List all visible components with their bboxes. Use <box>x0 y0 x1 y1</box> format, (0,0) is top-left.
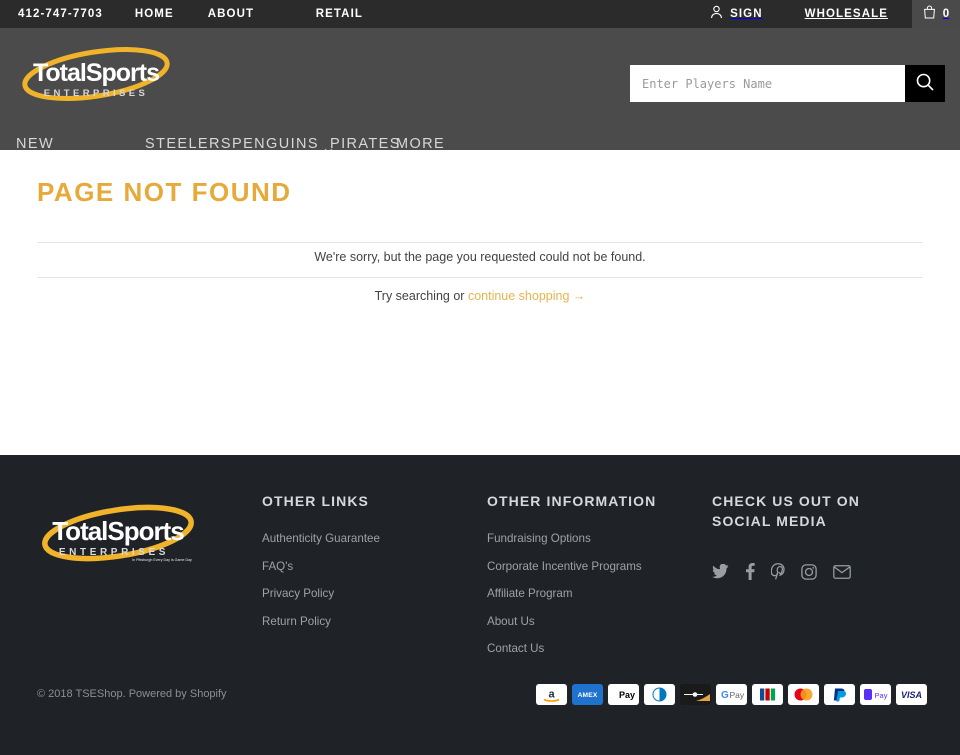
sign-in-label: SIGN <box>730 8 763 20</box>
try-searching-text: Try searching or <box>374 289 468 303</box>
footer-column-social: CHECK US OUT ON SOCIAL MEDIA <box>712 491 912 585</box>
header-search <box>630 65 945 102</box>
site-footer: TotalSports ENTERPRISES In Pittsburgh Ev… <box>0 455 960 755</box>
footer-heading-social: CHECK US OUT ON SOCIAL MEDIA <box>712 493 860 529</box>
twitter-icon[interactable] <box>712 563 729 584</box>
payment-icon-visa: VISA <box>896 684 927 705</box>
facebook-icon[interactable] <box>745 563 755 585</box>
cart-count: 0 <box>942 8 950 20</box>
footer-column-other-information: OTHER INFORMATION Fundraising Options Co… <box>487 491 697 670</box>
payment-icon-amex: AMEX <box>572 684 603 705</box>
footer-link-fundraising-options[interactable]: Fundraising Options <box>487 532 697 545</box>
search-input[interactable] <box>630 65 905 102</box>
svg-text:ENTERPRISES: ENTERPRISES <box>44 88 148 99</box>
site-logo[interactable]: TotalSports ENTERPRISES <box>16 36 176 108</box>
svg-text:VISA: VISA <box>901 690 922 700</box>
payment-icon-jcb <box>752 684 783 705</box>
shopping-bag-icon <box>923 5 936 24</box>
payment-methods: a AMEX Pay G Pay Pay VISA <box>536 684 927 705</box>
svg-text:ENTERPRISES: ENTERPRISES <box>59 547 169 558</box>
svg-text:G: G <box>721 690 729 701</box>
svg-text:Pay: Pay <box>619 690 635 700</box>
main-content: PAGE NOT FOUND We're sorry, but the page… <box>0 150 960 501</box>
wholesale-link[interactable]: WHOLESALE <box>805 8 888 20</box>
logo-graphic: TotalSports ENTERPRISES <box>22 47 170 101</box>
payment-icon-paypal <box>824 684 855 705</box>
phone-link[interactable]: 412-747-7703 <box>18 0 103 28</box>
payment-icon-apple-pay: Pay <box>608 684 639 705</box>
footer-link-about-us[interactable]: About Us <box>487 615 697 628</box>
top-utility-bar: 412-747-7703 HOME ABOUT US RETAIL STORE … <box>0 0 960 48</box>
social-links <box>712 563 912 585</box>
error-message: We're sorry, but the page you requested … <box>314 250 646 264</box>
divider-top <box>37 242 923 243</box>
footer-link-contact-us[interactable]: Contact Us <box>487 642 697 655</box>
footer-link-authenticity-guarantee[interactable]: Authenticity Guarantee <box>262 532 462 545</box>
footer-link-return-policy[interactable]: Return Policy <box>262 615 462 628</box>
copyright-year: © 2018 <box>37 688 76 700</box>
svg-text:Pay: Pay <box>875 691 888 700</box>
top-utility-links: 412-747-7703 HOME ABOUT US RETAIL STORE <box>18 0 372 48</box>
cart-button[interactable]: 0 <box>912 0 960 28</box>
svg-text:AMEX: AMEX <box>578 692 598 699</box>
copyright-shop-link[interactable]: TSEShop <box>76 688 123 700</box>
sign-in-link[interactable]: SIGN <box>710 5 763 24</box>
copyright: © 2018 TSEShop. Powered by Shopify <box>37 688 227 700</box>
footer-logo[interactable]: TotalSports ENTERPRISES In Pittsburgh Ev… <box>36 504 201 575</box>
footer-link-corporate-incentive-programs[interactable]: Corporate Incentive Programs <box>487 560 697 573</box>
svg-text:Pay: Pay <box>730 690 745 700</box>
footer-heading-other-information: OTHER INFORMATION <box>487 493 657 509</box>
footer-heading-other-links: OTHER LINKS <box>262 493 369 509</box>
pinterest-icon[interactable] <box>770 563 785 585</box>
site-header: TotalSports ENTERPRISES NEW SIGNINGS STE… <box>0 28 960 169</box>
footer-link-affiliate-program[interactable]: Affiliate Program <box>487 587 697 600</box>
footer-link-faqs[interactable]: FAQ's <box>262 560 462 573</box>
top-nav-home[interactable]: HOME <box>135 0 174 28</box>
user-icon <box>710 5 723 24</box>
continue-shopping-link[interactable]: continue shopping → <box>468 289 585 303</box>
instagram-icon[interactable] <box>801 563 817 585</box>
svg-text:a: a <box>548 689 555 701</box>
footer-logo-graphic: TotalSports ENTERPRISES In Pittsburgh Ev… <box>42 504 194 562</box>
top-utility-actions: SIGN WHOLESALE 0 <box>710 0 960 28</box>
copyright-mid: . Powered by <box>122 688 190 700</box>
footer-logo-tagline: In Pittsburgh Every Day Is Game Day <box>132 558 192 562</box>
payment-icon-mastercard <box>788 684 819 705</box>
footer-link-privacy-policy[interactable]: Privacy Policy <box>262 587 462 600</box>
payment-icon-amazon: a <box>536 684 567 705</box>
search-icon <box>915 72 935 95</box>
payment-icon-diners-club <box>644 684 675 705</box>
payment-icon-google-pay: G Pay <box>716 684 747 705</box>
try-searching-line: Try searching or continue shopping → <box>0 289 960 303</box>
page-title: PAGE NOT FOUND <box>37 177 292 207</box>
svg-text:TotalSports: TotalSports <box>33 59 159 87</box>
divider-bottom <box>37 277 923 278</box>
svg-text:TotalSports: TotalSports <box>52 516 184 546</box>
payment-icon-shop-pay: Pay <box>860 684 891 705</box>
email-icon[interactable] <box>833 564 851 584</box>
copyright-platform-link[interactable]: Shopify <box>190 688 227 700</box>
footer-logo-column: TotalSports ENTERPRISES In Pittsburgh Ev… <box>36 493 226 576</box>
footer-column-other-links: OTHER LINKS Authenticity Guarantee FAQ's… <box>262 491 462 642</box>
payment-icon-discover <box>680 684 711 705</box>
search-submit-button[interactable] <box>905 65 945 102</box>
